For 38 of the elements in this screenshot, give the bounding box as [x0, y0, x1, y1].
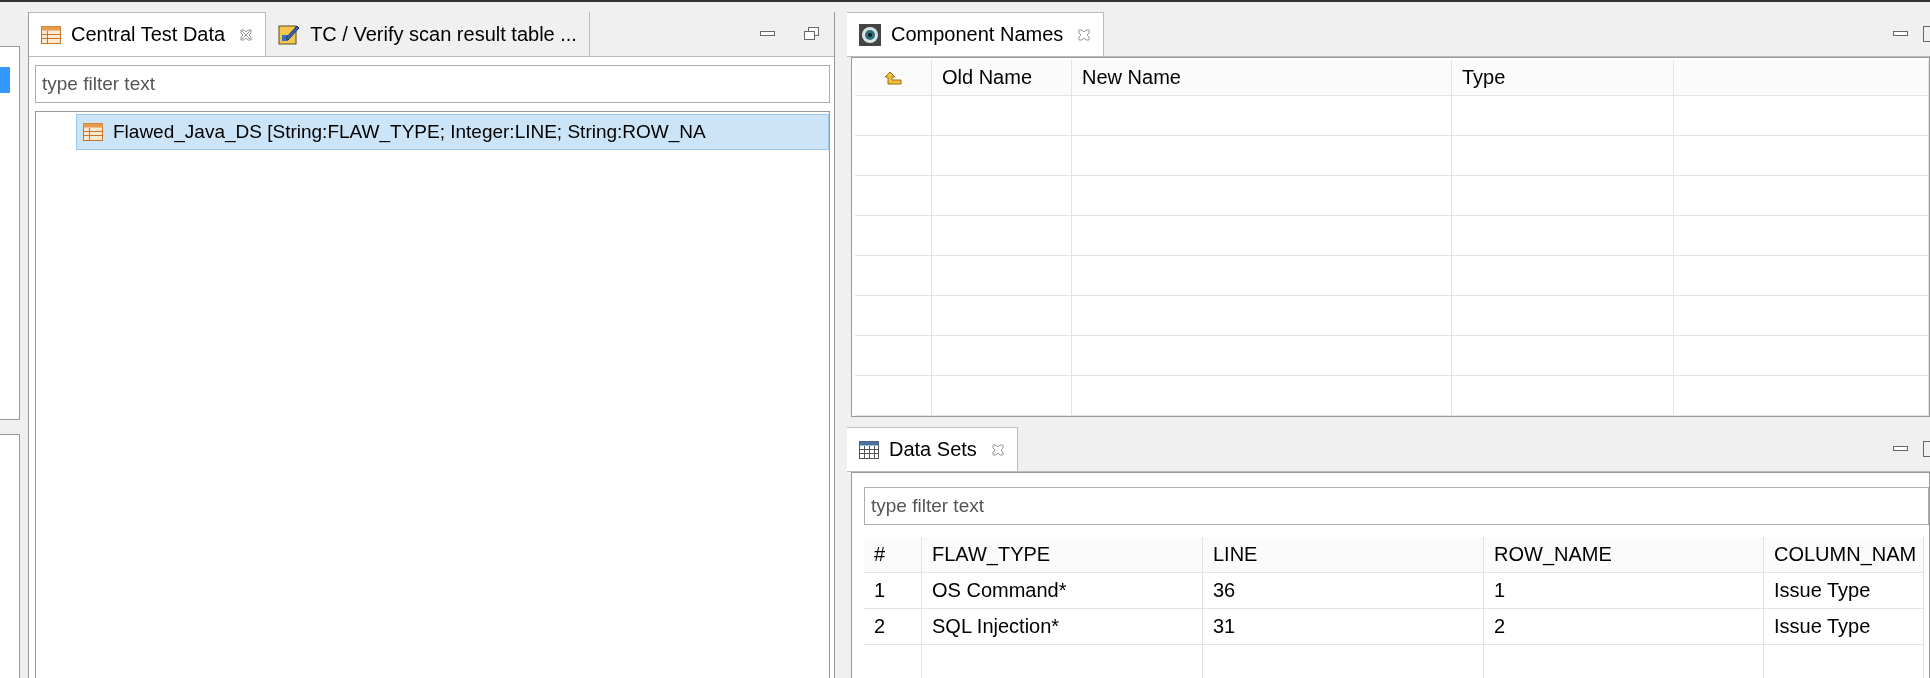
column-header[interactable]: ROW_NAME	[1484, 537, 1764, 573]
view-tab[interactable]: Central Test Data	[29, 12, 267, 56]
table-cell: 2	[864, 609, 922, 645]
table-cell: Issue Type	[1764, 609, 1924, 645]
sort-arrow-icon	[884, 70, 902, 85]
table-cell: OS Command*	[922, 573, 1203, 609]
view-tab[interactable]: Component Names	[847, 12, 1105, 56]
pencil-document-icon	[278, 23, 301, 45]
table-cell: SQL Injection*	[922, 609, 1203, 645]
table-cell: 1	[1484, 573, 1764, 609]
table-icon	[83, 123, 103, 141]
view-tab[interactable]: Data Sets	[847, 427, 1018, 471]
header-cell[interactable]	[855, 60, 932, 96]
table-cell: 2	[1484, 609, 1764, 645]
column-header[interactable]: New Name	[1072, 60, 1452, 96]
column-header[interactable]: Type	[1452, 60, 1674, 96]
minimize-icon[interactable]	[1893, 29, 1909, 39]
close-icon[interactable]	[239, 27, 254, 42]
close-icon[interactable]	[1077, 27, 1092, 42]
minimize-icon[interactable]	[760, 29, 776, 39]
table-cell: Issue Type	[1764, 573, 1924, 609]
column-header[interactable]: LINE	[1203, 537, 1484, 573]
filter-field[interactable]: type filter text	[35, 65, 830, 103]
table-cell: 1	[864, 573, 922, 609]
minimize-icon[interactable]	[1893, 444, 1909, 454]
table-cell: 36	[1203, 573, 1484, 609]
column-header[interactable]: FLAW_TYPE	[922, 537, 1203, 573]
tree-item[interactable]: Flawed_Java_DS [String:FLAW_TYPE; Integer:LINE; String:ROW_NA	[76, 114, 829, 150]
maximize-icon[interactable]	[804, 27, 820, 41]
column-header[interactable]: COLUMN_NAM	[1764, 537, 1924, 573]
table-icon	[859, 440, 879, 459]
table-icon	[41, 25, 61, 44]
column-header[interactable]: #	[864, 537, 922, 573]
column-header[interactable]: Old Name	[932, 60, 1072, 96]
close-icon[interactable]	[990, 442, 1005, 457]
filter-field[interactable]: type filter text	[864, 487, 1929, 525]
table-cell: 31	[1203, 609, 1484, 645]
disc-icon	[859, 23, 881, 46]
